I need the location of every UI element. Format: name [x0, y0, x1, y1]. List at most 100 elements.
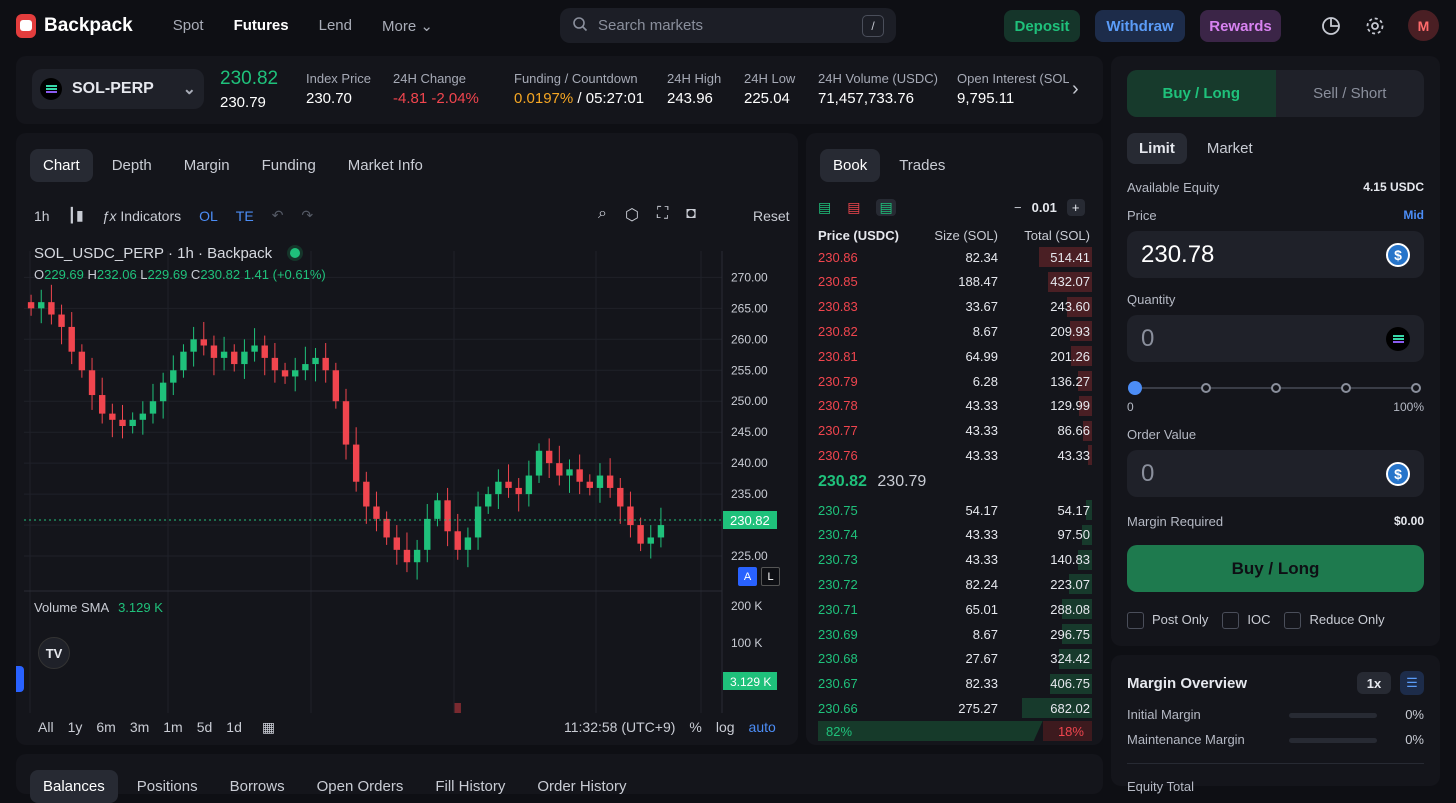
bid-row[interactable]: 230.69 8.67 296.75	[818, 622, 1092, 646]
book-asks-icon[interactable]: ▤	[847, 199, 860, 216]
book-bids-icon[interactable]: ▤	[876, 199, 896, 216]
bid-row[interactable]: 230.68 27.67 324.42	[818, 647, 1092, 671]
book-total: 140.83	[1050, 552, 1090, 568]
slider-handle[interactable]	[1128, 381, 1142, 395]
portfolio-pie-icon[interactable]	[1320, 15, 1342, 40]
ask-row[interactable]: 230.79 6.28 136.27	[818, 369, 1092, 393]
bid-row[interactable]: 230.66 275.27 682.02	[818, 696, 1092, 720]
book-price: 230.75	[818, 502, 858, 518]
bid-row[interactable]: 230.73 43.33 140.83	[818, 548, 1092, 572]
auto-toggle[interactable]: auto	[749, 719, 776, 735]
redo-icon[interactable]: ↷	[301, 207, 313, 224]
gear-icon[interactable]	[1364, 15, 1386, 40]
ask-row[interactable]: 230.77 43.33 86.66	[818, 419, 1092, 443]
auto-scale-button[interactable]: A	[738, 567, 757, 586]
tab-market-info[interactable]: Market Info	[335, 149, 436, 182]
reduce-only-checkbox[interactable]: Reduce Only	[1284, 612, 1385, 630]
tab-order-history[interactable]: Order History	[524, 770, 639, 803]
nav-futures[interactable]: Futures	[234, 17, 289, 35]
buy-long-button[interactable]: Buy / Long	[1127, 545, 1424, 592]
initial-margin-label: Initial Margin	[1127, 707, 1201, 722]
camera-icon[interactable]: ◘	[686, 205, 696, 225]
rewards-button[interactable]: Rewards	[1200, 10, 1281, 42]
ask-row[interactable]: 230.83 33.67 243.60	[818, 295, 1092, 319]
tab-trades[interactable]: Trades	[886, 149, 958, 182]
bid-row[interactable]: 230.71 65.01 288.08	[818, 597, 1092, 621]
search-input[interactable]: Search markets /	[560, 8, 896, 43]
tab-fill-history[interactable]: Fill History	[422, 770, 518, 803]
chart-side-handle[interactable]	[16, 666, 24, 692]
ask-row[interactable]: 230.85 188.47 432.07	[818, 270, 1092, 294]
candle-type-icon[interactable]: ┃▮	[68, 207, 84, 224]
leverage-button[interactable]: 1x	[1357, 672, 1391, 694]
price-input[interactable]: 230.78 $	[1127, 231, 1424, 278]
post-only-checkbox[interactable]: Post Only	[1127, 612, 1208, 630]
sell-short-tab[interactable]: Sell / Short	[1276, 70, 1425, 117]
calendar-icon[interactable]: ▦	[262, 719, 275, 736]
candle-body	[281, 370, 289, 377]
tab-balances[interactable]: Balances	[30, 770, 118, 803]
bid-row[interactable]: 230.67 82.33 406.75	[818, 672, 1092, 696]
tick-plus-button[interactable]: +	[1066, 199, 1085, 216]
range-1m[interactable]: 1m	[163, 719, 182, 736]
nav-more[interactable]: More ⌄	[382, 17, 433, 35]
ask-row[interactable]: 230.86 82.34 514.41	[818, 245, 1092, 269]
tab-funding[interactable]: Funding	[249, 149, 329, 182]
te-toggle[interactable]: TE	[236, 208, 254, 224]
settings-hex-icon[interactable]: ⬡	[625, 205, 639, 225]
undo-icon[interactable]: ↶	[272, 207, 284, 224]
fullscreen-icon[interactable]: ⛶	[657, 205, 668, 225]
order-value-input[interactable]: 0 $	[1127, 450, 1424, 497]
percent-toggle[interactable]: %	[689, 719, 701, 735]
slider-tick-50[interactable]	[1271, 383, 1281, 393]
bid-row[interactable]: 230.74 43.33 97.50	[818, 523, 1092, 547]
tab-chart[interactable]: Chart	[30, 149, 93, 182]
reset-button[interactable]: Reset	[753, 208, 790, 224]
ol-toggle[interactable]: OL	[199, 208, 218, 224]
tab-positions[interactable]: Positions	[124, 770, 211, 803]
book-both-icon[interactable]: ▤	[818, 199, 831, 216]
ask-row[interactable]: 230.81 64.99 201.26	[818, 344, 1092, 368]
chevron-right-icon[interactable]: ›	[1072, 78, 1079, 101]
tab-margin[interactable]: Margin	[171, 149, 243, 182]
withdraw-button[interactable]: Withdraw	[1095, 10, 1185, 42]
range-1y[interactable]: 1y	[68, 719, 83, 736]
tab-open-orders[interactable]: Open Orders	[304, 770, 417, 803]
indicators-button[interactable]: ƒx Indicators	[102, 208, 181, 224]
slider-tick-75[interactable]	[1341, 383, 1351, 393]
tab-borrows[interactable]: Borrows	[217, 770, 298, 803]
tab-limit[interactable]: Limit	[1127, 133, 1187, 164]
mid-price-button[interactable]: Mid	[1403, 208, 1424, 222]
range-1d[interactable]: 1d	[226, 719, 242, 736]
buy-long-tab[interactable]: Buy / Long	[1127, 70, 1276, 117]
zoom-icon[interactable]: ⌕	[598, 205, 607, 225]
range-3m[interactable]: 3m	[130, 719, 149, 736]
bid-row[interactable]: 230.72 82.24 223.07	[818, 572, 1092, 596]
tab-book[interactable]: Book	[820, 149, 881, 182]
nav-spot[interactable]: Spot	[173, 17, 204, 35]
quantity-input[interactable]: 0	[1127, 315, 1424, 362]
market-selector[interactable]: SOL-PERP ⌄	[32, 69, 204, 109]
brand-logo[interactable]: Backpack	[16, 14, 133, 38]
sliders-icon[interactable]: ☰	[1400, 671, 1424, 695]
tab-market[interactable]: Market	[1195, 133, 1265, 164]
range-6m[interactable]: 6m	[96, 719, 115, 736]
ask-row[interactable]: 230.76 43.33 43.33	[818, 443, 1092, 467]
log-toggle[interactable]: log	[716, 719, 735, 735]
ask-row[interactable]: 230.78 43.33 129.99	[818, 394, 1092, 418]
tick-minus-button[interactable]: −	[1014, 200, 1022, 215]
nav-lend[interactable]: Lend	[319, 17, 352, 35]
interval-selector[interactable]: 1h	[34, 208, 50, 224]
price-chart[interactable]: 270.00 265.00 260.00 255.00 250.00 245.00 240.…	[16, 241, 798, 713]
bid-row[interactable]: 230.75 54.17 54.17	[818, 498, 1092, 522]
range-all[interactable]: All	[38, 719, 54, 736]
slider-tick-100[interactable]	[1411, 383, 1421, 393]
ask-row[interactable]: 230.82 8.67 209.93	[818, 319, 1092, 343]
tab-depth[interactable]: Depth	[99, 149, 165, 182]
slider-tick-25[interactable]	[1201, 383, 1211, 393]
range-5d[interactable]: 5d	[197, 719, 213, 736]
deposit-button[interactable]: Deposit	[1004, 10, 1080, 42]
log-scale-button[interactable]: L	[761, 567, 780, 586]
avatar[interactable]: M	[1408, 10, 1439, 41]
ioc-checkbox[interactable]: IOC	[1222, 612, 1270, 630]
